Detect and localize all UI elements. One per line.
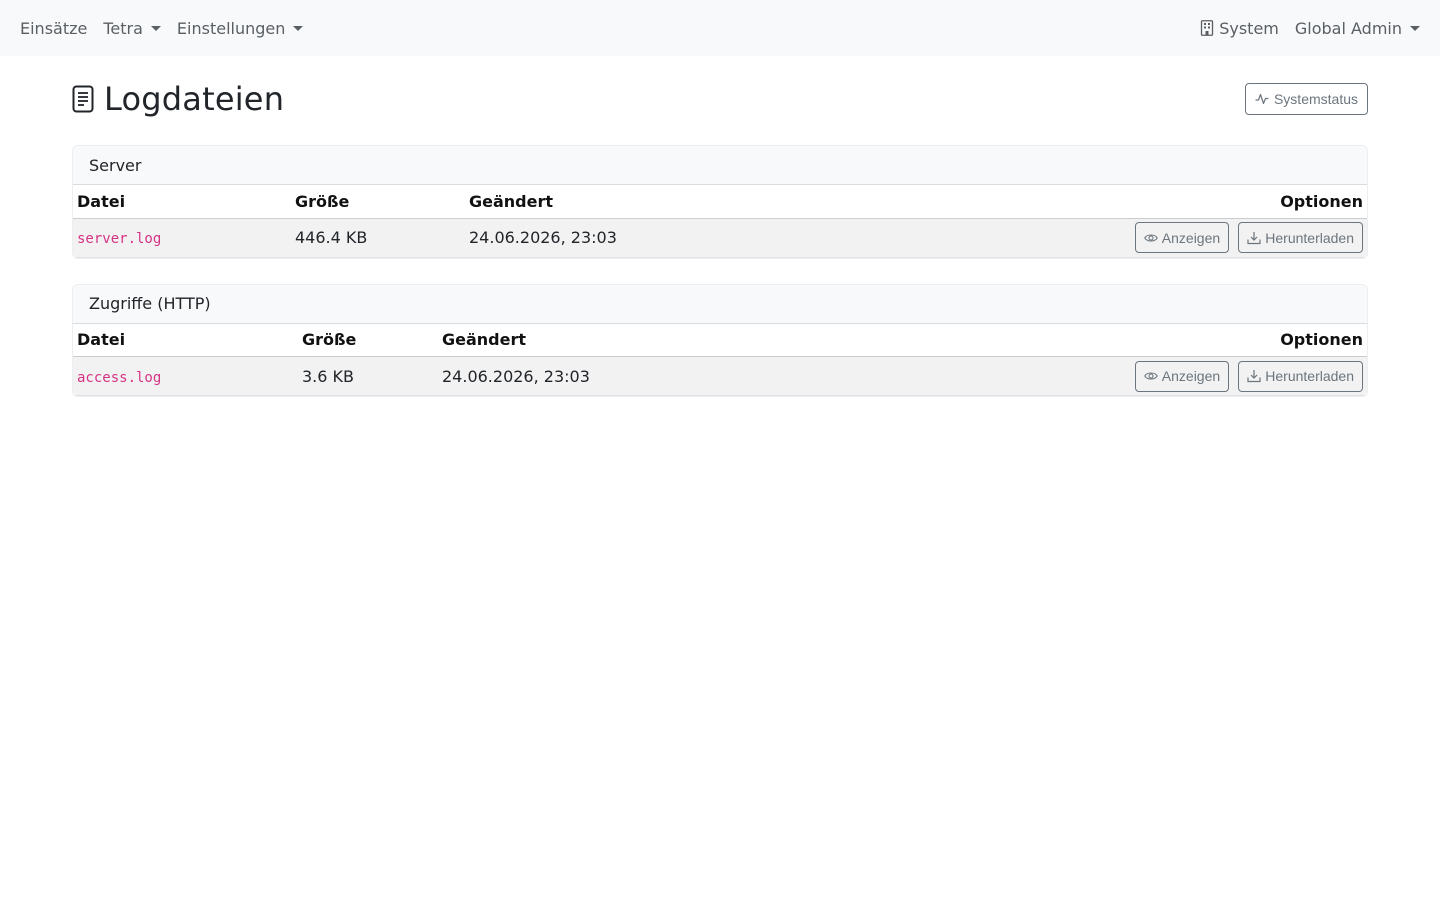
systemstatus-label: Systemstatus bbox=[1273, 91, 1358, 107]
view-button-label: Anzeigen bbox=[1161, 368, 1221, 384]
nav-tetra-dropdown[interactable]: Tetra bbox=[103, 19, 161, 38]
nav-user-dropdown[interactable]: Global Admin bbox=[1295, 19, 1420, 38]
caret-down-icon bbox=[293, 25, 304, 31]
nav-einsaetze[interactable]: Einsätze bbox=[20, 19, 87, 38]
options-cell: Anzeigen Herunterladen bbox=[1067, 356, 1367, 396]
file-name: access.log bbox=[77, 369, 162, 386]
caret-down-icon bbox=[1410, 25, 1420, 31]
nav-einstellungen-label: Einstellungen bbox=[176, 18, 286, 38]
nav-left: Einsätze Tetra Einstellungen bbox=[20, 19, 319, 38]
table-row: server.log 446.4 KB 24.06.2026, 23:03 An… bbox=[73, 218, 1367, 258]
activity-icon bbox=[1255, 93, 1269, 105]
view-button-label: Anzeigen bbox=[1161, 229, 1221, 246]
nav-system[interactable]: System bbox=[1200, 19, 1279, 38]
page-header: Logdateien Systemstatus bbox=[72, 80, 1368, 118]
size-cell: 446.4 KB bbox=[291, 218, 465, 258]
nav-user-label: Global Admin bbox=[1294, 18, 1402, 38]
view-button[interactable]: Anzeigen bbox=[1134, 360, 1230, 392]
column-header-geaendert: Geändert bbox=[438, 323, 1067, 357]
size-cell: 3.6 KB bbox=[298, 356, 438, 396]
options-cell: Anzeigen Herunterladen bbox=[1067, 218, 1367, 258]
systemstatus-button[interactable]: Systemstatus bbox=[1244, 83, 1368, 115]
nav-einstellungen-dropdown[interactable]: Einstellungen bbox=[176, 18, 304, 38]
table-header-row: Datei Größe Geändert Optionen bbox=[73, 323, 1367, 357]
nav-system-label: System bbox=[1219, 18, 1279, 38]
title-wrap: Logdateien bbox=[72, 80, 284, 118]
download-button[interactable]: Herunterladen bbox=[1238, 222, 1363, 253]
access-log-table: Datei Größe Geändert Optionen access.log… bbox=[73, 323, 1367, 396]
column-header-datei: Datei bbox=[73, 323, 298, 357]
modified-cell: 24.06.2026, 23:03 bbox=[465, 218, 1067, 258]
download-button[interactable]: Herunterladen bbox=[1238, 360, 1363, 392]
column-header-datei: Datei bbox=[73, 185, 291, 219]
caret-down-icon bbox=[150, 25, 161, 31]
building-icon bbox=[1201, 20, 1214, 36]
column-header-groesse: Größe bbox=[298, 323, 438, 357]
access-log-card: Zugriffe (HTTP) Datei Größe Geändert Opt… bbox=[72, 283, 1368, 397]
eye-icon bbox=[1143, 372, 1158, 380]
top-navbar: Einsätze Tetra Einstellungen System Glob… bbox=[0, 0, 1440, 56]
nav-right: System Global Admin bbox=[1184, 19, 1420, 38]
download-icon bbox=[1247, 370, 1261, 383]
file-name: server.log bbox=[77, 231, 162, 247]
download-button-label: Herunterladen bbox=[1265, 229, 1354, 246]
table-header-row: Datei Größe Geändert Optionen bbox=[73, 185, 1367, 219]
file-cell: server.log bbox=[73, 218, 291, 258]
document-icon bbox=[72, 85, 94, 113]
download-button-label: Herunterladen bbox=[1265, 368, 1354, 384]
column-header-optionen: Optionen bbox=[1067, 185, 1367, 219]
server-log-table: Datei Größe Geändert Optionen server.log… bbox=[73, 185, 1367, 258]
file-cell: access.log bbox=[73, 356, 298, 396]
modified-cell: 24.06.2026, 23:03 bbox=[438, 356, 1067, 396]
column-header-geaendert: Geändert bbox=[465, 185, 1067, 219]
nav-einsaetze-label: Einsätze bbox=[20, 18, 88, 38]
nav-tetra-label: Tetra bbox=[103, 18, 143, 38]
main-content: Logdateien Systemstatus Server Datei Grö… bbox=[72, 56, 1368, 397]
card-header-access: Zugriffe (HTTP) bbox=[73, 284, 1367, 324]
column-header-optionen: Optionen bbox=[1067, 323, 1367, 357]
download-icon bbox=[1247, 231, 1261, 244]
view-button[interactable]: Anzeigen bbox=[1134, 222, 1230, 253]
server-log-card: Server Datei Größe Geändert Optionen ser… bbox=[72, 145, 1368, 259]
table-row: access.log 3.6 KB 24.06.2026, 23:03 Anze… bbox=[73, 356, 1367, 396]
eye-icon bbox=[1143, 233, 1158, 242]
card-header-server: Server bbox=[73, 146, 1367, 185]
column-header-groesse: Größe bbox=[291, 185, 465, 219]
page-title: Logdateien bbox=[104, 80, 285, 118]
